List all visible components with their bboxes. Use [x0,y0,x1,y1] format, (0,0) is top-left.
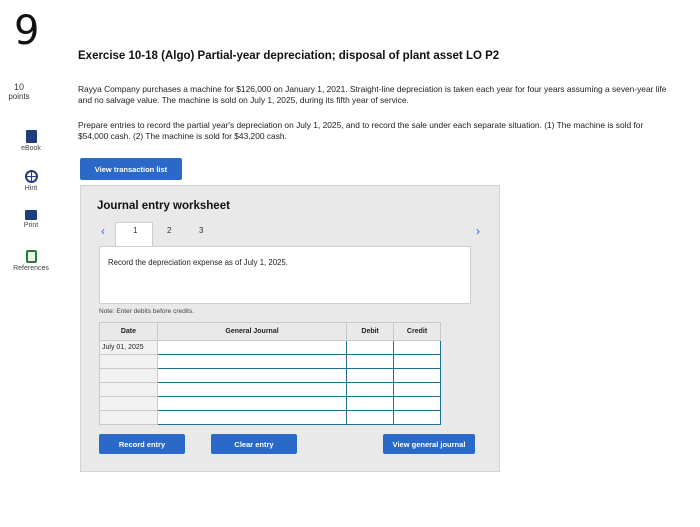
points-info: 10 points [4,82,34,102]
date-cell [99,368,158,383]
page-2-label[interactable]: 2 [167,226,171,235]
worksheet-title: Journal entry worksheet [97,200,230,212]
debit-column-header: Debit [346,322,395,341]
hint-icon [24,170,38,183]
debit-input[interactable] [346,410,395,425]
question-number: 9 [14,8,40,54]
account-input[interactable] [156,396,348,411]
references-label: References [13,265,49,272]
ebook-link[interactable]: eBook [8,130,54,152]
hint-label: Hint [24,185,38,192]
account-input[interactable] [156,368,348,383]
credit-input[interactable] [393,382,441,397]
chevron-right-icon[interactable]: › [476,224,480,238]
date-column-header: Date [99,322,158,341]
date-cell [99,410,158,425]
record-entry-button[interactable]: Record entry [99,434,185,454]
date-cell: July 01, 2025 [99,340,158,355]
table-row [99,396,441,411]
table-row [99,354,441,369]
date-cell [99,382,158,397]
print-label: Print [23,222,39,229]
clear-entry-button[interactable]: Clear entry [211,434,297,454]
table-row [99,410,441,425]
print-link[interactable]: Print [8,210,54,229]
credit-input[interactable] [393,368,441,383]
view-transaction-list-button[interactable]: View transaction list [80,158,182,180]
debit-input[interactable] [346,368,395,383]
table-row: July 01, 2025 [99,340,441,355]
ebook-label: eBook [21,145,41,152]
account-input[interactable] [156,410,348,425]
table-row [99,368,441,383]
view-general-journal-button[interactable]: View general journal [383,434,475,454]
table-row [99,382,441,397]
exercise-paragraph-2: Prepare entries to record the partial ye… [78,120,644,141]
credit-input[interactable] [393,340,441,355]
debit-input[interactable] [346,396,395,411]
hint-link[interactable]: Hint [8,170,54,192]
note-text: Note: Enter debits before credits. [99,308,195,315]
credit-input[interactable] [393,354,441,369]
references-icon [25,250,37,263]
page-3-label[interactable]: 3 [199,226,203,235]
account-input[interactable] [156,354,348,369]
credit-input[interactable] [393,396,441,411]
debit-input[interactable] [346,382,395,397]
page-1-label[interactable]: 1 [133,226,137,235]
account-input[interactable] [156,382,348,397]
general-journal-column-header: General Journal [156,322,348,341]
print-icon [25,210,37,220]
debit-input[interactable] [346,354,395,369]
journal-entry-worksheet: Journal entry worksheet ‹ 1 2 3 › Record… [80,185,500,472]
exercise-title: Exercise 10-18 (Algo) Partial-year depre… [78,50,500,62]
exercise-paragraph-1: Rayya Company purchases a machine for $1… [78,84,667,105]
instruction-box: Record the depreciation expense as of Ju… [99,246,471,304]
points-value: 10 [13,82,24,92]
credit-input[interactable] [393,410,441,425]
journal-grid: Date General Journal Debit Credit July 0… [99,322,441,425]
date-cell [99,354,158,369]
debit-input[interactable] [346,340,395,355]
credit-column-header: Credit [393,322,441,341]
references-link[interactable]: References [8,250,54,272]
account-input[interactable] [156,340,348,355]
chevron-left-icon[interactable]: ‹ [101,224,105,238]
instruction-text: Record the depreciation expense as of Ju… [108,258,288,267]
book-icon [25,130,37,143]
points-label: points [8,92,30,101]
date-cell [99,396,158,411]
